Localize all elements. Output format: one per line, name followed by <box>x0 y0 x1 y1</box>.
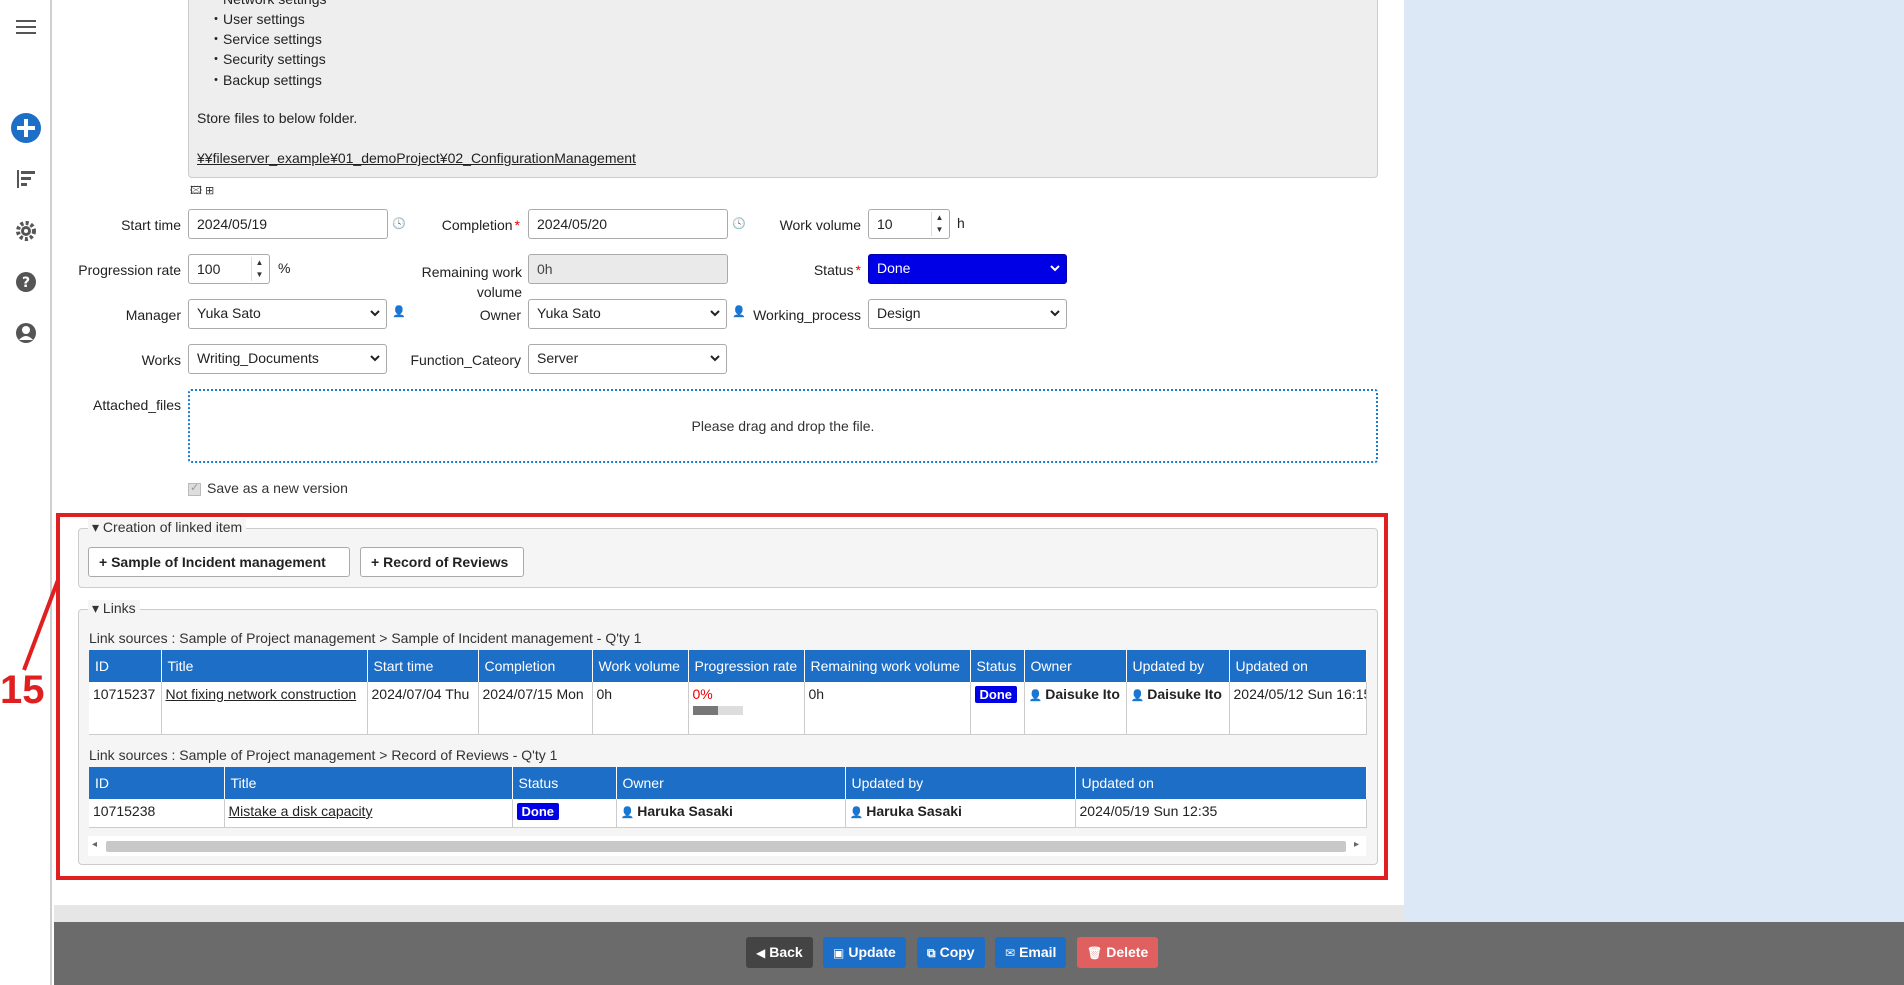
chevron-down-icon <box>1050 265 1060 272</box>
manager-select[interactable]: Yuka Sato <box>188 299 387 329</box>
copy-button[interactable]: ⧉ Copy <box>917 937 985 968</box>
works-select-value: Writing_Documents <box>197 350 319 366</box>
right-bottom-strip <box>1404 905 1904 922</box>
description-line: ・Backup settings <box>209 72 322 88</box>
back-icon: ◀ <box>756 946 766 960</box>
status-label: Status * <box>760 262 861 278</box>
image-icon[interactable]: 🖾 <box>190 185 202 197</box>
owner-select-value: Yuka Sato <box>537 305 601 321</box>
manager-label: Manager <box>125 307 181 323</box>
progression-rate-value: 100 <box>197 261 221 277</box>
work-volume-value: 10 <box>877 216 893 232</box>
function-category-label: Function_Cateory <box>410 352 521 368</box>
progression-rate-label: Progression rate <box>78 262 181 278</box>
works-select[interactable]: Writing_Documents <box>188 344 387 374</box>
progression-rate-input[interactable]: 100 ▲ ▼ <box>188 254 270 284</box>
save-new-version-label: Save as a new version <box>207 480 348 496</box>
status-label-text: Status <box>813 262 854 278</box>
add-icon[interactable] <box>10 112 42 144</box>
completion-input[interactable] <box>528 209 728 239</box>
working-process-select-value: Design <box>877 305 921 321</box>
manager-select-value: Yuka Sato <box>197 305 261 321</box>
chevron-down-icon <box>1050 310 1060 317</box>
delete-label: Delete <box>1106 944 1149 960</box>
chevron-down-icon <box>370 310 380 317</box>
remaining-label-line1: Remaining work <box>421 264 522 280</box>
save-new-version-row[interactable]: Save as a new version <box>188 480 348 496</box>
required-mark: * <box>855 262 861 278</box>
completion-label: Completion * <box>420 217 520 233</box>
completion-label-text: Completion <box>441 217 513 233</box>
person-icon[interactable]: 👤 <box>392 305 406 318</box>
callout-number: 15 <box>0 668 45 712</box>
copy-label: Copy <box>939 944 975 960</box>
function-category-select[interactable]: Server <box>528 344 727 374</box>
sort-icon[interactable] <box>13 166 39 192</box>
description-box[interactable]: ・Network settings ・User settings ・Servic… <box>188 0 1378 178</box>
required-mark: * <box>514 217 520 233</box>
help-icon[interactable]: ? <box>13 269 39 295</box>
clock-icon[interactable]: 🕓 <box>732 217 746 230</box>
trash-icon: 🗑 <box>1087 946 1103 960</box>
chevron-down-icon <box>710 310 720 317</box>
start-time-label: Start time <box>121 217 181 233</box>
remaining-work-volume-label: Remaining work volume <box>400 262 522 302</box>
works-label: Works <box>141 352 181 368</box>
save-new-version-checkbox[interactable] <box>188 481 201 496</box>
email-label: Email <box>1019 944 1057 960</box>
progression-rate-unit: % <box>278 260 291 276</box>
working-process-select[interactable]: Design <box>868 299 1067 329</box>
remaining-work-volume-field <box>528 254 728 284</box>
table-icon[interactable]: ⊞ <box>205 185 214 197</box>
sidebar: ? <box>0 0 52 985</box>
attached-files-label: Attached_files <box>93 397 181 413</box>
callout-highlight-box <box>56 513 1388 880</box>
clock-icon[interactable]: 🕓 <box>392 217 406 230</box>
folder-path-link[interactable]: ¥¥fileserver_example¥01_demoProject¥02_C… <box>197 150 636 166</box>
work-volume-input[interactable]: 10 ▲ ▼ <box>868 209 950 239</box>
user-icon[interactable] <box>13 320 39 346</box>
start-time-input[interactable] <box>188 209 388 239</box>
content-bottom-strip <box>54 905 1404 922</box>
work-volume-unit: h <box>957 215 965 231</box>
owner-label: Owner <box>479 307 521 323</box>
update-label: Update <box>848 944 896 960</box>
right-background-panel <box>1404 0 1904 905</box>
chevron-down-icon <box>710 355 720 362</box>
progression-rate-stepper[interactable]: ▲ ▼ <box>251 257 267 281</box>
status-select-value: Done <box>877 260 911 276</box>
chevron-down-icon <box>370 355 380 362</box>
function-category-select-value: Server <box>537 350 579 366</box>
back-label: Back <box>769 944 803 960</box>
editor-icons: 🖾 ⊞ <box>190 182 214 201</box>
description-line: ・Network settings <box>209 0 326 9</box>
delete-button[interactable]: 🗑 Delete <box>1077 937 1159 968</box>
status-select[interactable]: Done <box>868 254 1067 284</box>
description-line: ・Service settings <box>209 31 322 47</box>
save-icon: ▣ <box>833 946 845 960</box>
work-volume-stepper[interactable]: ▲ ▼ <box>931 212 947 236</box>
callout-pointer-line <box>22 579 60 671</box>
description-line: ・User settings <box>209 11 305 27</box>
email-button[interactable]: ✉ Email <box>995 937 1067 968</box>
settings-icon[interactable] <box>13 218 39 244</box>
hamburger-menu-icon[interactable] <box>13 14 39 40</box>
back-button[interactable]: ◀ Back <box>746 937 813 968</box>
store-files-text: Store files to below folder. <box>197 110 358 126</box>
svg-text:?: ? <box>22 275 30 291</box>
copy-icon: ⧉ <box>927 946 936 960</box>
working-process-label: Working_process <box>753 307 861 323</box>
description-line: ・Security settings <box>209 51 326 67</box>
owner-select[interactable]: Yuka Sato <box>528 299 727 329</box>
work-volume-label: Work volume <box>779 217 861 233</box>
mail-icon: ✉ <box>1005 946 1016 960</box>
update-button[interactable]: ▣ Update <box>823 937 906 968</box>
remaining-label-line2: volume <box>476 284 522 300</box>
file-dropzone[interactable]: Please drag and drop the file. <box>188 389 1378 463</box>
